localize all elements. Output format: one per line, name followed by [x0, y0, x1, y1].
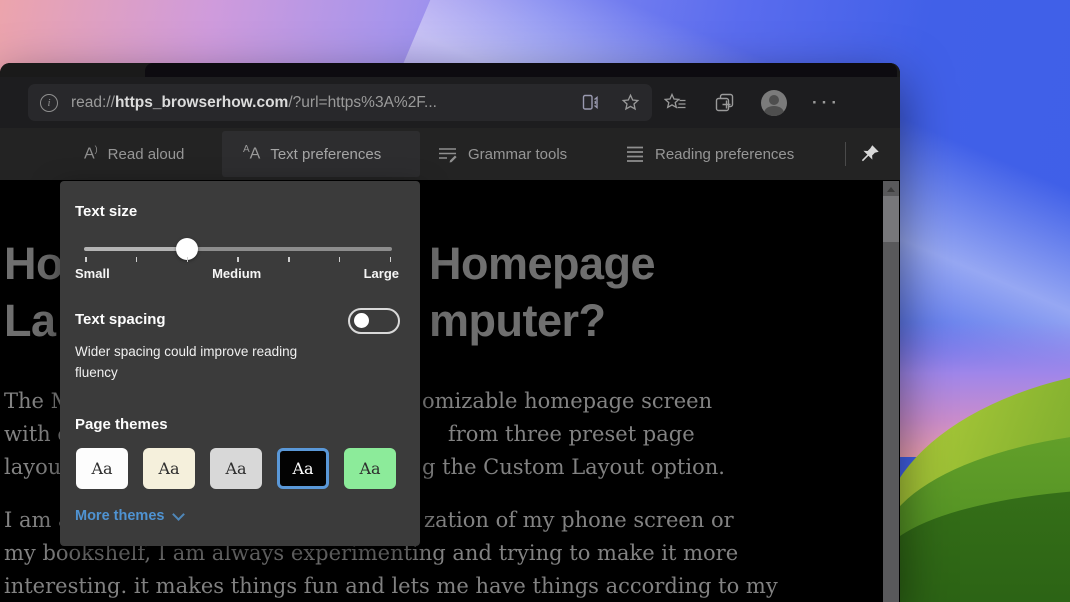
- page-themes-title: Page themes: [75, 416, 168, 433]
- more-themes-link[interactable]: More themes: [75, 508, 183, 524]
- paragraph-fragment: omizable homepage screen: [422, 389, 712, 413]
- reader-toolbar: A) Read aloud AA Text preferences Gramma…: [0, 128, 900, 180]
- pin-toolbar-button[interactable]: [856, 140, 884, 168]
- toggle-knob: [354, 313, 369, 328]
- text-spacing-description: Wider spacing could improve reading flue…: [75, 341, 327, 383]
- slider-label-small: Small: [75, 266, 110, 281]
- paragraph-fragment: g the Custom Layout option.: [422, 455, 725, 479]
- tab-strip-shadow: [145, 63, 897, 77]
- read-aloud-icon[interactable]: [580, 92, 601, 113]
- text-size-title: Text size: [75, 203, 137, 220]
- text-preferences-aa-icon: AA: [243, 144, 260, 163]
- theme-swatch-green[interactable]: Aa: [344, 448, 396, 489]
- text-size-slider-labels: Small Medium Large: [75, 266, 399, 281]
- screen: i read://https_browserhow.com/?url=https…: [0, 0, 1070, 602]
- text-spacing-toggle[interactable]: [348, 308, 400, 334]
- theme-swatch-black[interactable]: Aa: [277, 448, 329, 489]
- tab-strip: [0, 63, 900, 77]
- theme-swatch-white[interactable]: Aa: [76, 448, 128, 489]
- pin-icon: [859, 143, 881, 165]
- theme-swatch-sepia[interactable]: Aa: [143, 448, 195, 489]
- slider-label-large: Large: [364, 266, 399, 281]
- chevron-down-icon: [173, 508, 186, 521]
- grammar-tools-label: Grammar tools: [468, 146, 567, 163]
- text-spacing-title: Text spacing: [75, 311, 166, 328]
- read-aloud-button[interactable]: A) Read aloud: [84, 128, 184, 180]
- url-path: /?url=https%3A%2F...: [288, 94, 437, 111]
- scrollbar-up-arrow-icon[interactable]: [887, 187, 895, 192]
- article-title-fragment: Homepage: [429, 238, 655, 290]
- address-bar[interactable]: i read://https_browserhow.com/?url=https…: [28, 84, 652, 121]
- text-preferences-panel: Text size Small Medium Large Text spacin…: [60, 181, 420, 546]
- article-title-fragment: mputer?: [429, 295, 606, 347]
- favorites-bar-icon[interactable]: [664, 92, 688, 114]
- paragraph-fragment: from three preset page: [448, 422, 695, 446]
- favorites-star-icon[interactable]: [621, 93, 640, 112]
- grammar-tools-button[interactable]: Grammar tools: [437, 128, 567, 180]
- address-bar-row: i read://https_browserhow.com/?url=https…: [0, 77, 900, 128]
- paragraph-fragment: layou: [4, 455, 61, 479]
- page-theme-swatches: Aa Aa Aa Aa Aa: [76, 448, 396, 489]
- reading-preferences-label: Reading preferences: [655, 146, 794, 163]
- scrollbar[interactable]: [883, 181, 899, 602]
- reading-preferences-icon: [625, 144, 645, 164]
- profile-avatar[interactable]: [761, 90, 787, 116]
- paragraph-fragment: interesting. it makes things fun and let…: [4, 574, 778, 598]
- article-title-fragment: La: [4, 295, 56, 347]
- text-size-slider-track[interactable]: [84, 247, 392, 251]
- theme-swatch-gray[interactable]: Aa: [210, 448, 262, 489]
- text-size-slider-ticks: [85, 257, 391, 262]
- article-title-fragment: Ho: [4, 238, 63, 290]
- url-scheme: read://: [71, 94, 115, 111]
- grammar-tools-icon: [437, 144, 458, 164]
- url-text[interactable]: read://https_browserhow.com/?url=https%3…: [71, 94, 437, 112]
- text-preferences-label: Text preferences: [270, 146, 381, 163]
- read-aloud-label: Read aloud: [108, 146, 185, 163]
- reading-preferences-button[interactable]: Reading preferences: [625, 128, 794, 180]
- toolbar-divider: [845, 142, 846, 166]
- slider-label-medium: Medium: [212, 266, 261, 281]
- text-preferences-button[interactable]: AA Text preferences: [222, 131, 420, 177]
- url-host: https_browserhow.com: [115, 94, 288, 111]
- page-info-icon[interactable]: i: [40, 94, 58, 112]
- settings-more-icon[interactable]: ···: [812, 93, 841, 113]
- paragraph-fragment: zation of my phone screen or: [424, 508, 734, 532]
- read-aloud-letter-icon: A): [84, 144, 98, 163]
- collections-icon[interactable]: [713, 91, 736, 114]
- scrollbar-thumb[interactable]: [883, 196, 899, 242]
- more-themes-label: More themes: [75, 508, 164, 524]
